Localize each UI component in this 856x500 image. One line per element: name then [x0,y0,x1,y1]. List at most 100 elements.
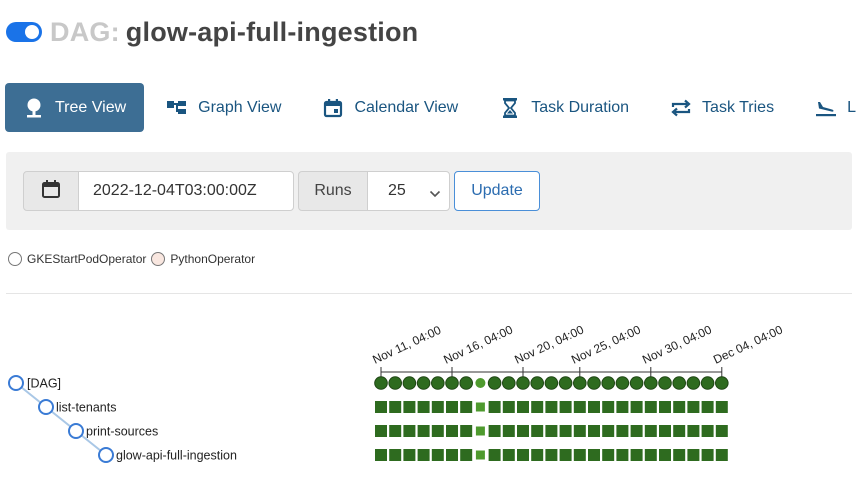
task-instance-square[interactable] [502,425,515,437]
task-instance-square[interactable] [673,449,686,461]
task-instance-square[interactable] [588,425,600,437]
tab-calendar-view[interactable]: Calendar View [304,83,477,132]
task-instance-square[interactable] [446,425,458,437]
task-instance-square[interactable] [460,449,473,461]
task-instance-square[interactable] [431,425,444,437]
update-button[interactable]: Update [454,171,540,211]
task-instance-square[interactable] [644,425,657,437]
task-instance-square[interactable] [389,425,402,437]
task-instance-square[interactable] [475,402,485,412]
task-label[interactable]: [DAG] [27,377,61,391]
task-instance-square[interactable] [531,425,544,437]
dag-run-circle[interactable] [516,376,530,390]
task-instance-square[interactable] [573,425,586,437]
dag-run-circle[interactable] [644,376,658,390]
dag-run-circle[interactable] [615,376,630,390]
task-instance-square[interactable] [517,401,529,413]
base-date-input[interactable]: 2022-12-04T03:00:00Z [78,171,294,211]
task-instance-square[interactable] [673,425,686,437]
dag-run-circle[interactable] [686,376,701,390]
task-label[interactable]: glow-api-full-ingestion [116,449,237,463]
task-instance-square[interactable] [573,401,586,413]
dag-run-circle[interactable] [487,376,502,390]
task-instance-square[interactable] [644,449,657,461]
task-instance-square[interactable] [488,401,501,413]
tree-node-circle[interactable] [8,375,24,391]
tree-node-circle[interactable] [98,447,114,463]
tab-task-duration[interactable]: Task Duration [481,83,648,132]
task-instance-square[interactable] [545,425,558,437]
dag-run-circle[interactable] [544,376,559,390]
task-instance-square[interactable] [715,425,728,437]
task-instance-square[interactable] [602,425,615,437]
task-instance-square[interactable] [588,449,600,461]
tree-node-circle[interactable] [68,423,84,439]
task-instance-square[interactable] [475,426,485,436]
task-instance-square[interactable] [375,401,387,413]
tree-node-circle[interactable] [38,399,54,415]
dag-run-circle[interactable] [715,376,729,390]
task-instance-square[interactable] [616,401,629,413]
dag-run-circle[interactable] [530,376,545,390]
task-instance-square[interactable] [475,450,485,460]
dag-run-circle[interactable] [700,376,715,390]
task-instance-square[interactable] [389,449,402,461]
task-instance-square[interactable] [431,401,444,413]
task-instance-square[interactable] [573,449,586,461]
task-instance-square[interactable] [687,401,700,413]
task-instance-square[interactable] [559,425,572,437]
task-label[interactable]: list-tenants [56,401,116,415]
dag-run-circle[interactable] [558,376,573,390]
task-instance-square[interactable] [460,401,473,413]
task-instance-square[interactable] [403,425,416,437]
task-instance-square[interactable] [446,401,458,413]
tab-graph-view[interactable]: Graph View [148,83,300,132]
task-instance-square[interactable] [417,425,430,437]
task-instance-square[interactable] [630,401,643,413]
task-instance-square[interactable] [517,449,529,461]
task-instance-square[interactable] [403,449,416,461]
dag-run-circle[interactable] [388,376,403,390]
tab-tree-view[interactable]: Tree View [5,83,145,132]
task-instance-square[interactable] [531,449,544,461]
task-instance-square[interactable] [673,401,686,413]
task-instance-square[interactable] [531,401,544,413]
dag-run-circle[interactable] [374,376,388,390]
task-instance-square[interactable] [559,449,572,461]
task-instance-square[interactable] [588,401,600,413]
date-picker-button[interactable] [23,171,79,211]
dag-run-circle[interactable] [658,376,672,390]
dag-run-circle[interactable] [402,376,417,390]
task-instance-square[interactable] [616,425,629,437]
dag-run-circle[interactable] [672,376,687,390]
task-instance-square[interactable] [659,401,671,413]
task-instance-square[interactable] [644,401,657,413]
task-instance-square[interactable] [375,449,387,461]
task-instance-square[interactable] [616,449,629,461]
task-instance-square[interactable] [715,401,728,413]
dag-run-circle[interactable] [431,376,445,390]
task-instance-square[interactable] [389,401,402,413]
task-instance-square[interactable] [517,425,529,437]
task-instance-square[interactable] [502,401,515,413]
task-instance-square[interactable] [701,401,714,413]
task-instance-square[interactable] [375,425,387,437]
task-instance-square[interactable] [417,449,430,461]
task-instance-square[interactable] [687,449,700,461]
dag-run-circle[interactable] [573,376,587,390]
dag-run-circle[interactable] [459,376,474,390]
task-instance-square[interactable] [630,449,643,461]
dag-run-circle[interactable] [601,376,616,390]
task-instance-square[interactable] [559,401,572,413]
task-instance-square[interactable] [417,401,430,413]
task-instance-square[interactable] [460,425,473,437]
task-instance-square[interactable] [602,401,615,413]
num-runs-select[interactable]: 25 [367,171,450,211]
dag-toggle-switch[interactable] [6,22,42,42]
tab-task-tries[interactable]: Task Tries [652,83,793,132]
task-instance-square[interactable] [545,401,558,413]
task-instance-square[interactable] [701,449,714,461]
task-instance-square[interactable] [545,449,558,461]
task-instance-square[interactable] [403,401,416,413]
dag-run-circle[interactable] [475,378,486,388]
